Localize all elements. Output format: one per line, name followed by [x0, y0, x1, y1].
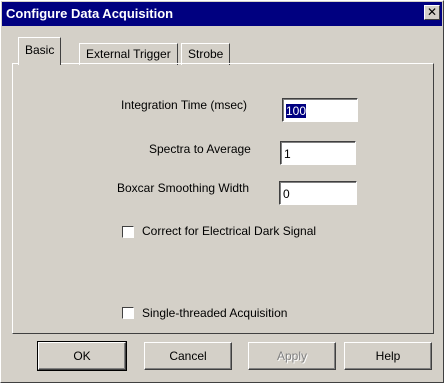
- spectra-to-average-label: Spectra to Average: [149, 142, 251, 156]
- correct-dark-signal-checkbox[interactable]: [122, 226, 134, 238]
- boxcar-smoothing-label: Boxcar Smoothing Width: [117, 181, 250, 195]
- cancel-button[interactable]: Cancel: [144, 342, 232, 370]
- ok-button[interactable]: OK: [37, 341, 127, 371]
- tab-strobe[interactable]: Strobe: [181, 43, 231, 65]
- integration-time-value: 100: [286, 104, 307, 118]
- spectra-to-average-input[interactable]: 1: [280, 141, 356, 165]
- tab-external-trigger[interactable]: External Trigger: [79, 43, 178, 65]
- correct-dark-signal-label: Correct for Electrical Dark Signal: [142, 224, 317, 238]
- dialog-window: Configure Data Acquisition ✕ Basic Exter…: [0, 0, 444, 383]
- window-title: Configure Data Acquisition: [6, 6, 174, 21]
- title-bar: Configure Data Acquisition ✕: [2, 2, 442, 26]
- help-button[interactable]: Help: [344, 342, 432, 370]
- tab-basic[interactable]: Basic: [18, 37, 62, 65]
- close-icon[interactable]: ✕: [424, 5, 440, 20]
- integration-time-label: Integration Time (msec): [121, 98, 248, 112]
- integration-time-input[interactable]: 100: [282, 98, 358, 122]
- single-threaded-label: Single-threaded Acquisition: [142, 306, 288, 320]
- apply-button[interactable]: Apply: [248, 342, 336, 370]
- single-threaded-checkbox[interactable]: [122, 307, 134, 319]
- boxcar-smoothing-input[interactable]: 0: [279, 181, 357, 205]
